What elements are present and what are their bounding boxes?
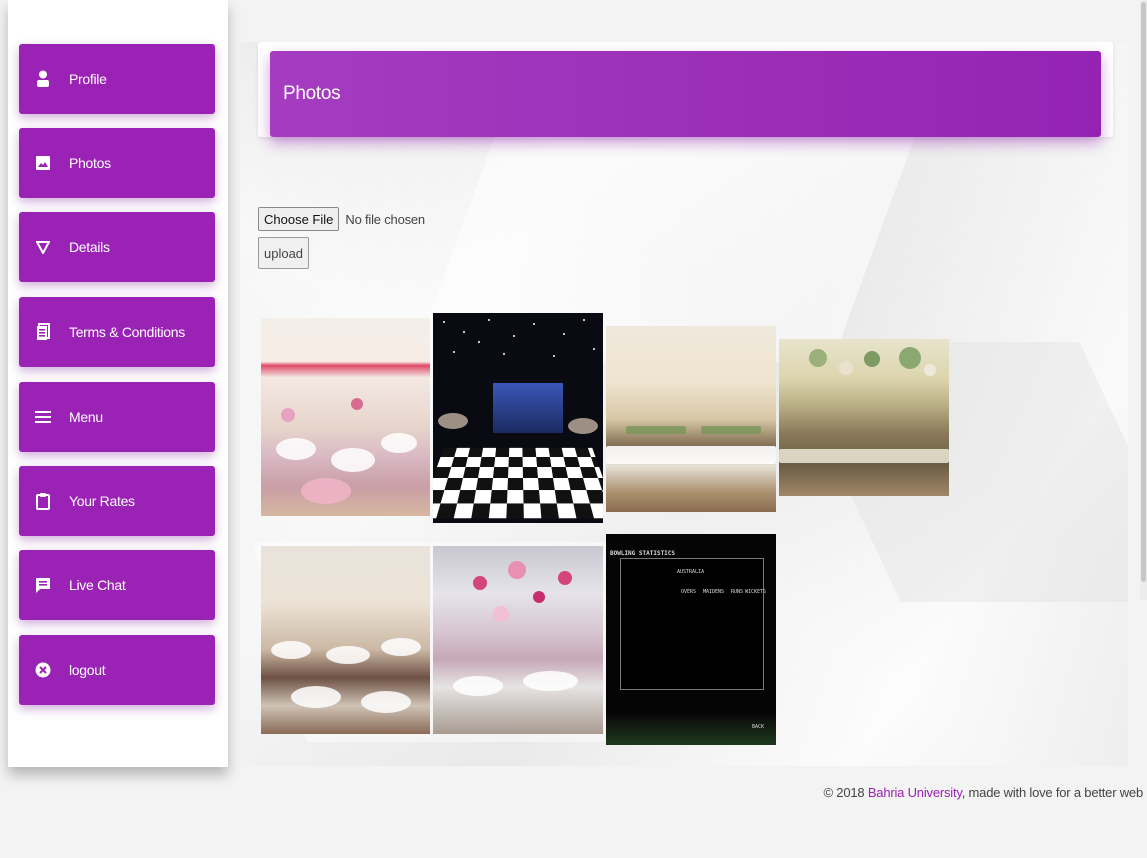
hamburger-icon <box>23 410 63 424</box>
sidebar-item-label: Live Chat <box>69 577 126 593</box>
sidebar-item-label: Your Rates <box>69 493 135 509</box>
sidebar: Profile Photos Details Terms & Condition… <box>8 0 228 767</box>
gallery-photo[interactable] <box>433 313 603 523</box>
sidebar-item-label: Photos <box>69 155 111 171</box>
file-input: Choose File No file chosen <box>258 207 425 231</box>
scrollbar-thumb[interactable] <box>1141 2 1146 582</box>
gallery-photo[interactable] <box>261 318 430 516</box>
game-back: BACK <box>752 724 765 730</box>
footer-suffix: , made with love for a better web <box>961 785 1143 800</box>
sidebar-item-your-rates[interactable]: Your Rates <box>19 466 215 536</box>
image-icon <box>23 155 63 171</box>
gallery-photo[interactable]: BOWLING STATISTICS AUSTRALIA OVERS MAIDE… <box>606 534 776 745</box>
file-status: No file chosen <box>345 211 425 227</box>
game-team: AUSTRALIA <box>677 569 705 575</box>
sidebar-item-label: Menu <box>69 409 103 425</box>
footer-link[interactable]: Bahria University <box>868 785 962 800</box>
chat-icon <box>23 577 63 594</box>
clipboard-icon <box>23 492 63 510</box>
sidebar-item-label: Details <box>69 239 110 255</box>
close-circle-icon <box>23 662 63 678</box>
sidebar-item-label: logout <box>69 662 106 678</box>
game-col-overs: OVERS <box>681 589 697 595</box>
page-header: Photos <box>270 51 1101 137</box>
sidebar-item-label: Profile <box>69 71 107 87</box>
footer: © 2018 Bahria University, made with love… <box>824 785 1144 800</box>
sidebar-item-photos[interactable]: Photos <box>19 128 215 198</box>
sidebar-item-menu[interactable]: Menu <box>19 382 215 452</box>
footer-prefix: © 2018 <box>823 785 868 800</box>
game-col-maidens: MAIDENS <box>703 589 725 595</box>
gallery-photo[interactable] <box>606 326 776 512</box>
sidebar-item-details[interactable]: Details <box>19 212 215 282</box>
sidebar-item-label: Terms & Conditions <box>69 324 185 340</box>
sidebar-item-live-chat[interactable]: Live Chat <box>19 550 215 620</box>
sidebar-item-terms[interactable]: Terms & Conditions <box>19 297 215 367</box>
sidebar-item-logout[interactable]: logout <box>19 635 215 705</box>
gallery-photo[interactable] <box>433 546 603 734</box>
person-icon <box>23 70 63 88</box>
choose-file-button[interactable]: Choose File <box>258 207 340 231</box>
game-screen: AUSTRALIA OVERS MAIDENS RUNS WICKETS <box>620 558 767 690</box>
triangle-down-icon <box>23 240 63 254</box>
gallery-photo[interactable] <box>261 546 430 734</box>
game-col-runs: RUNS <box>731 589 744 595</box>
sidebar-item-profile[interactable]: Profile <box>19 44 215 114</box>
scrollbar[interactable] <box>1140 0 1147 600</box>
game-heading: BOWLING STATISTICS <box>610 550 676 557</box>
document-icon <box>23 323 63 341</box>
page-title: Photos <box>283 83 341 104</box>
gallery-photo[interactable] <box>779 339 949 496</box>
upload-button[interactable]: upload <box>258 237 310 269</box>
game-col-wickets: WICKETS <box>745 589 767 595</box>
